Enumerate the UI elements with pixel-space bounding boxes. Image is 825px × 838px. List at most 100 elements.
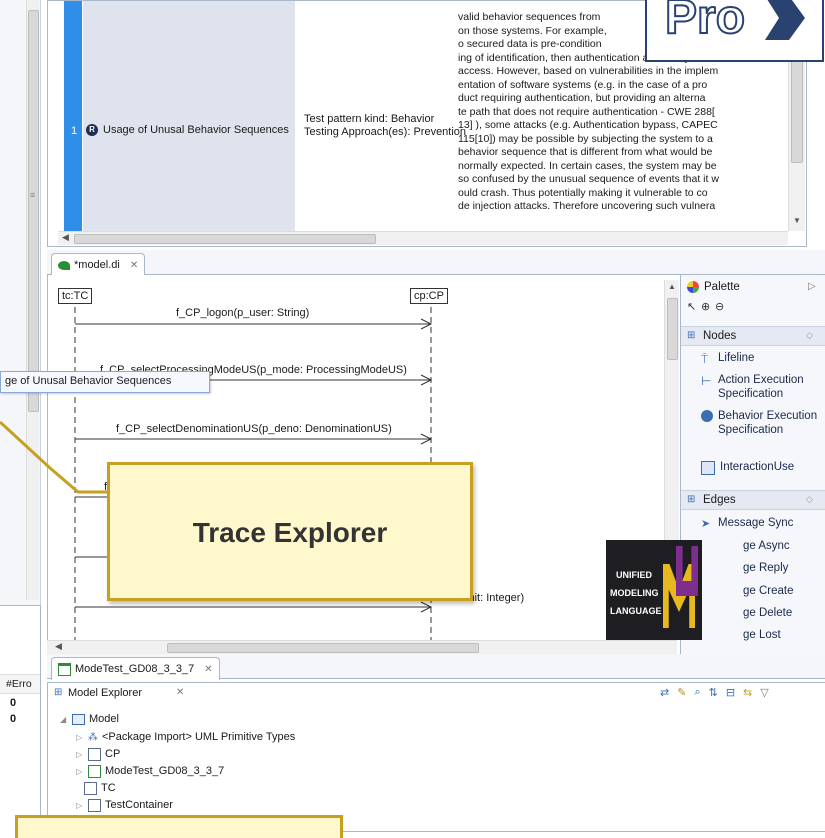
tree-model-root[interactable]: ◢ Model: [60, 711, 119, 727]
expand-right-icon[interactable]: ▷: [76, 801, 84, 810]
table-hscrollbar[interactable]: ◀: [58, 231, 788, 245]
nodes-pin-icon[interactable]: ◇: [806, 330, 813, 341]
scroll-left-arrow[interactable]: ◀: [62, 232, 69, 243]
splitter-handle[interactable]: ≡: [30, 190, 36, 202]
palette-header[interactable]: Palette ▷: [681, 279, 825, 297]
lifeline-left[interactable]: tc:TC: [58, 288, 93, 304]
palette-lifeline[interactable]: ⍑ Lifeline: [701, 351, 821, 366]
palette-message-reply[interactable]: ge Reply: [743, 561, 823, 575]
close-icon[interactable]: ✕: [130, 260, 138, 271]
pattern-kind-cell[interactable]: Test pattern kind: Behavior Testing Appr…: [300, 1, 466, 231]
tab-model-di-label: *model.di: [74, 259, 120, 271]
pattern-kind: Test pattern kind: Behavior: [304, 113, 435, 125]
expand-down-icon[interactable]: ◢: [60, 715, 68, 724]
collapse-all-icon[interactable]: ⊟: [726, 686, 735, 699]
close-icon[interactable]: ✕: [176, 687, 184, 698]
expand-right-icon[interactable]: ▷: [76, 733, 84, 742]
palette-message-delete[interactable]: ge Delete: [743, 606, 823, 620]
edges-header-label: Edges: [703, 494, 736, 506]
error-count-2: 0: [10, 713, 17, 725]
tree-testcontainer[interactable]: ▷ TestContainer: [76, 797, 173, 813]
description-line: te path that does not require authentica…: [458, 105, 715, 118]
description-line: 115[10]) may be possible by subjecting t…: [458, 132, 713, 145]
zoom-out-icon[interactable]: ⊖: [715, 300, 724, 313]
model-explorer: ⊞ Model Explorer ✕ ⇄ ✎ ⌕ ⇅ ⊟ ⇆ ▽ ◢ Model…: [47, 682, 825, 832]
search-icon[interactable]: ⌕: [694, 686, 700, 699]
palette-tools: ↖ ⊕ ⊖: [687, 300, 822, 316]
close-icon[interactable]: ✕: [204, 664, 212, 675]
left-bottom-panel: #Erro 0 0: [0, 605, 41, 831]
link-editor-icon[interactable]: ⇄: [660, 686, 669, 699]
zoom-in-icon[interactable]: ⊕: [701, 300, 710, 313]
expand-right-icon[interactable]: ▷: [76, 767, 84, 776]
sync-icon[interactable]: ⇆: [743, 686, 752, 699]
lifeline-right[interactable]: cp:CP: [410, 288, 448, 304]
trace-explorer-label: Trace Explorer: [192, 517, 388, 548]
table-hscroll-thumb[interactable]: [74, 234, 376, 244]
edges-pin-icon[interactable]: ◇: [806, 494, 813, 505]
interaction-icon: [58, 662, 71, 676]
palette-edges-header[interactable]: ⊞ Edges ◇: [681, 490, 825, 510]
class-icon: [88, 798, 101, 812]
palette-collapse-icon[interactable]: ▷: [808, 281, 816, 292]
tooltip-text: ge of Unusal Behavior Sequences: [5, 375, 172, 387]
modetest-tab-bar: ModeTest_GD08_3_3_7 ✕: [47, 654, 825, 680]
tree-package-import[interactable]: ▷ ⁂ <Package Import> UML Primitive Types: [76, 729, 295, 745]
sort-icon[interactable]: ⇅: [709, 686, 718, 699]
palette-interaction-use[interactable]: InteractionUse: [701, 460, 823, 475]
diagram-vscroll-thumb[interactable]: [667, 298, 678, 360]
model-explorer-header: ⊞ Model Explorer ✕ ⇄ ✎ ⌕ ⇅ ⊟ ⇆ ▽: [48, 683, 824, 703]
lifeline-left-label: tc:TC: [62, 290, 89, 302]
testing-approach: Testing Approach(es): Prevention: [304, 126, 467, 138]
description-line: access. However, based on vulnerabilitie…: [458, 65, 719, 77]
diagram-scroll-up[interactable]: ▲: [668, 282, 676, 291]
description-line: de injection attacks. Therefore uncoveri…: [458, 200, 716, 212]
message-sync-icon: ➤: [701, 518, 711, 530]
left-scrollbar[interactable]: [26, 0, 39, 600]
scroll-down-arrow[interactable]: ▼: [793, 216, 801, 225]
tree-tc[interactable]: TC: [84, 780, 116, 796]
class-icon: [88, 747, 101, 761]
pro-logo-text: Pro: [664, 0, 746, 45]
select-tool-icon[interactable]: ↖: [687, 300, 696, 313]
nodes-drawer-icon: ⊞: [687, 330, 696, 341]
row-name: Usage of Unusal Behavior Sequences: [103, 124, 289, 136]
diagram-hscroll-thumb[interactable]: [167, 643, 479, 653]
description-line: so confused by the unusual sequence of e…: [458, 173, 719, 185]
diagram-hscrollbar[interactable]: ◀: [47, 640, 677, 654]
description-line: normally expected. In certain cases, the…: [458, 159, 717, 172]
lifeline-icon: ⍑: [701, 352, 709, 366]
palette-nodes-header[interactable]: ⊞ Nodes ◇: [681, 326, 825, 346]
tab-model-di[interactable]: *model.di ✕: [51, 253, 146, 276]
expand-right-icon[interactable]: ▷: [76, 750, 84, 759]
palette-message-lost[interactable]: ge Lost: [743, 628, 823, 642]
palette-message-async[interactable]: ge Async: [743, 539, 823, 553]
model-folder-icon: [72, 713, 85, 725]
left-scroll-thumb[interactable]: [28, 10, 39, 412]
tab-modetest[interactable]: ModeTest_GD08_3_3_7 ✕: [51, 657, 220, 680]
message-label-3[interactable]: f_CP_selectDenominationUS(p_deno: Denomi…: [116, 423, 392, 435]
edit-icon[interactable]: ✎: [677, 686, 686, 699]
model-explorer-title[interactable]: Model Explorer: [68, 687, 142, 699]
description-line: ould crash. Thus potentially making it v…: [458, 186, 708, 199]
description-line: 13] ), some attacks (e.g. Authentication…: [458, 119, 718, 131]
uml-logo: UNIFIED MODELING LANGUAGE: [606, 540, 702, 640]
palette-message-sync[interactable]: ➤ Message Sync: [701, 516, 823, 530]
message-label-1[interactable]: f_CP_logon(p_user: String): [176, 307, 309, 319]
row-number-cell[interactable]: 1: [64, 1, 82, 231]
view-menu-icon[interactable]: ▽: [760, 686, 768, 699]
pro-logo: Pro: [645, 0, 824, 62]
tree-modetest[interactable]: ▷ ModeTest_GD08_3_3_7: [76, 763, 224, 779]
tab-modetest-label: ModeTest_GD08_3_3_7: [75, 663, 195, 675]
row-name-cell[interactable]: R Usage of Unusal Behavior Sequences: [83, 1, 295, 231]
uml-logo-line1: UNIFIED: [616, 570, 652, 580]
palette-message-create[interactable]: ge Create: [743, 584, 823, 598]
error-column-header[interactable]: #Erro: [6, 678, 32, 690]
tree-cp[interactable]: ▷ CP: [76, 746, 120, 762]
palette-action-execution[interactable]: ⊢ Action Execution Specification: [701, 373, 823, 401]
nodes-header-label: Nodes: [703, 330, 737, 342]
palette-icon: [687, 281, 699, 293]
diagram-scroll-left[interactable]: ◀: [55, 641, 62, 652]
palette-behavior-execution[interactable]: Behavior Execution Specification: [701, 409, 823, 437]
papyrus-icon: [58, 260, 70, 270]
